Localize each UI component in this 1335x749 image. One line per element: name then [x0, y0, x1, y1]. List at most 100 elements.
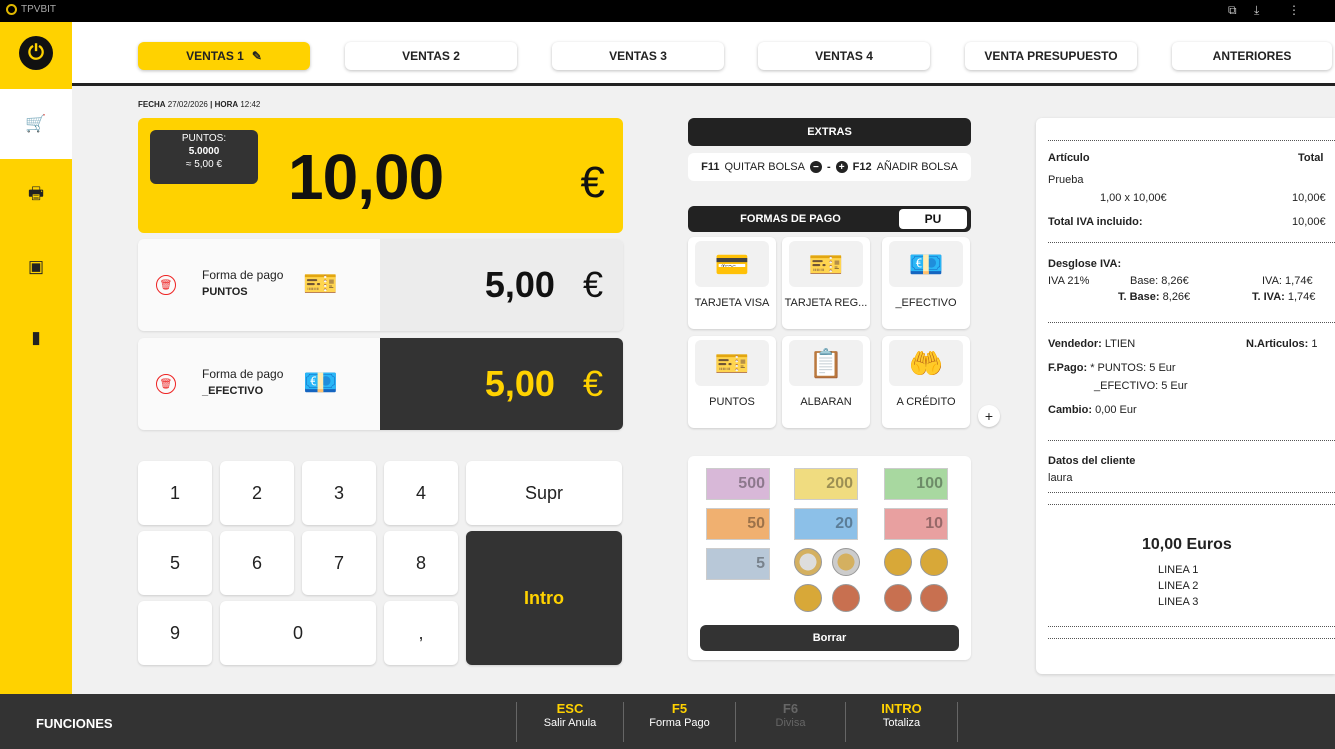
fecha-value: 27/02/2026 [167, 100, 208, 109]
payment-amount: 5,00 € [380, 338, 623, 430]
plus-icon[interactable]: + [835, 161, 848, 173]
receipt-item-total: 10,00€ [1292, 192, 1326, 204]
key-6[interactable]: 6 [220, 531, 294, 595]
delete-payment-button[interactable]: 🗑 [156, 374, 176, 394]
fkey-intro[interactable]: INTRO Totaliza [846, 702, 958, 742]
pay-method-tarjeta-visa[interactable]: 💳 TARJETA VISA [688, 237, 776, 329]
extras-title: EXTRAS [807, 126, 852, 138]
note-5[interactable]: 5 [706, 548, 770, 580]
gift-card-icon: 🎫 [789, 241, 863, 287]
plus-icon: + [984, 408, 994, 424]
pay-method-puntos[interactable]: 🎫 PUNTOS [688, 336, 776, 428]
delete-payment-button[interactable]: 🗑 [156, 275, 176, 295]
key-7[interactable]: 7 [302, 531, 376, 595]
power-icon: ⏻ [19, 36, 53, 70]
pu-button[interactable]: PU [899, 209, 967, 229]
receipt-articulo-header: Artículo [1048, 152, 1090, 164]
fkey-key: F6 [782, 701, 799, 716]
tab-ventas-3[interactable]: VENTAS 3 [552, 42, 724, 70]
divider [1048, 440, 1335, 441]
key-supr[interactable]: Supr [466, 461, 622, 525]
tbase-value: 8,26€ [1162, 291, 1191, 303]
receipt-vendedor: Vendedor: LTIEN [1048, 338, 1135, 350]
vendedor-value: LTIEN [1104, 338, 1136, 350]
divider [1048, 492, 1335, 493]
tab-label: ANTERIORES [1212, 49, 1292, 63]
fkey-desc: Divisa [775, 717, 806, 729]
function-bar: FUNCIONES ESC Salir Anula F5 Forma Pago … [0, 694, 1335, 749]
tab-ventas-1[interactable]: VENTAS 1 ✎ [138, 42, 310, 70]
note-50[interactable]: 50 [706, 508, 770, 540]
app-logo-icon [6, 4, 17, 15]
tab-ventas-4[interactable]: VENTAS 4 [758, 42, 930, 70]
coin-050[interactable] [884, 548, 912, 576]
coin-001[interactable] [920, 584, 948, 612]
points-equivalent: ≈ 5,00 € [185, 159, 223, 170]
sidebar-item-exit[interactable]: ▮ [0, 303, 72, 373]
base-value: 8,26€ [1161, 275, 1189, 287]
fpago-line-1: * PUNTOS: 5 Eur [1090, 362, 1176, 374]
iva-label: IVA: [1262, 275, 1282, 287]
sidebar-item-register[interactable]: 🖶 [0, 160, 72, 230]
key-8[interactable]: 8 [384, 531, 458, 595]
key-5[interactable]: 5 [138, 531, 212, 595]
coin-020[interactable] [920, 548, 948, 576]
tab-anteriores[interactable]: ANTERIORES [1172, 42, 1332, 70]
cash-icon: 💶 [889, 241, 963, 287]
door-icon: ▮ [31, 328, 41, 347]
extension-icon[interactable]: ⧉ [1228, 3, 1237, 18]
pay-method-a-credito[interactable]: 🤲 A CRÉDITO [882, 336, 970, 428]
coin-005[interactable] [832, 584, 860, 612]
key-comma[interactable]: , [384, 601, 458, 665]
note-500[interactable]: 500 [706, 468, 770, 500]
note-20[interactable]: 20 [794, 508, 858, 540]
coin-002[interactable] [884, 584, 912, 612]
divider [1048, 140, 1335, 141]
tab-venta-presupuesto[interactable]: VENTA PRESUPUESTO [965, 42, 1137, 70]
note-200[interactable]: 200 [794, 468, 858, 500]
minus-icon[interactable]: − [809, 161, 822, 173]
note-100[interactable]: 100 [884, 468, 948, 500]
add-payment-method-button[interactable]: + [978, 405, 1000, 427]
coin-1[interactable] [832, 548, 860, 576]
borrar-button[interactable]: Borrar [700, 625, 959, 651]
pay-method-tarjeta-regalo[interactable]: 🎫 TARJETA REG... [782, 237, 870, 329]
payment-row-puntos[interactable]: 🗑 Forma de pago PUNTOS 🎫 5,00 € [138, 239, 623, 331]
method-label: _EFECTIVO [895, 297, 957, 309]
cambio-value: 0,00 Eur [1095, 404, 1137, 416]
receipt-linea: LINEA 2 [1158, 580, 1199, 592]
sidebar-item-cart[interactable]: 🛒 [0, 89, 72, 159]
points-value: 5.0000 [188, 146, 220, 157]
method-label: ALBARAN [800, 396, 852, 408]
pay-method-albaran[interactable]: 📋 ALBARAN [782, 336, 870, 428]
payment-row-efectivo[interactable]: 🗑 Forma de pago _EFECTIVO 💶 5,00 € [138, 338, 623, 430]
tab-ventas-2[interactable]: VENTAS 2 [345, 42, 517, 70]
fkey-esc[interactable]: ESC Salir Anula [516, 702, 624, 742]
receipt-iva: IVA: 1,74€ [1262, 275, 1313, 287]
key-9[interactable]: 9 [138, 601, 212, 665]
coin-010[interactable] [794, 584, 822, 612]
fecha-label: FECHA [138, 100, 166, 109]
payment-caption: Forma de pago [202, 367, 284, 381]
payment-amount: 5,00 € [380, 239, 623, 331]
fkey-f5[interactable]: F5 Forma Pago [624, 702, 736, 742]
tab-label: VENTAS 4 [815, 49, 873, 63]
download-icon[interactable]: ⤓ [1254, 3, 1259, 18]
separator: | [210, 100, 213, 109]
key-1[interactable]: 1 [138, 461, 212, 525]
key-2[interactable]: 2 [220, 461, 294, 525]
more-icon[interactable]: ⋮ [1288, 3, 1300, 17]
amount-value: 5,00 [484, 264, 555, 305]
card-icon: 💳 [695, 241, 769, 287]
power-button[interactable]: ⏻ [0, 22, 72, 84]
key-4[interactable]: 4 [384, 461, 458, 525]
pay-method-efectivo[interactable]: 💶 _EFECTIVO [882, 237, 970, 329]
key-0[interactable]: 0 [220, 601, 376, 665]
key-intro[interactable]: Intro [466, 531, 622, 665]
key-3[interactable]: 3 [302, 461, 376, 525]
method-label: TARJETA VISA [694, 297, 770, 309]
coin-2[interactable] [794, 548, 822, 576]
note-10[interactable]: 10 [884, 508, 948, 540]
sidebar-item-cash[interactable]: ▣ [0, 232, 72, 302]
receipt-total-header: Total [1298, 152, 1324, 164]
